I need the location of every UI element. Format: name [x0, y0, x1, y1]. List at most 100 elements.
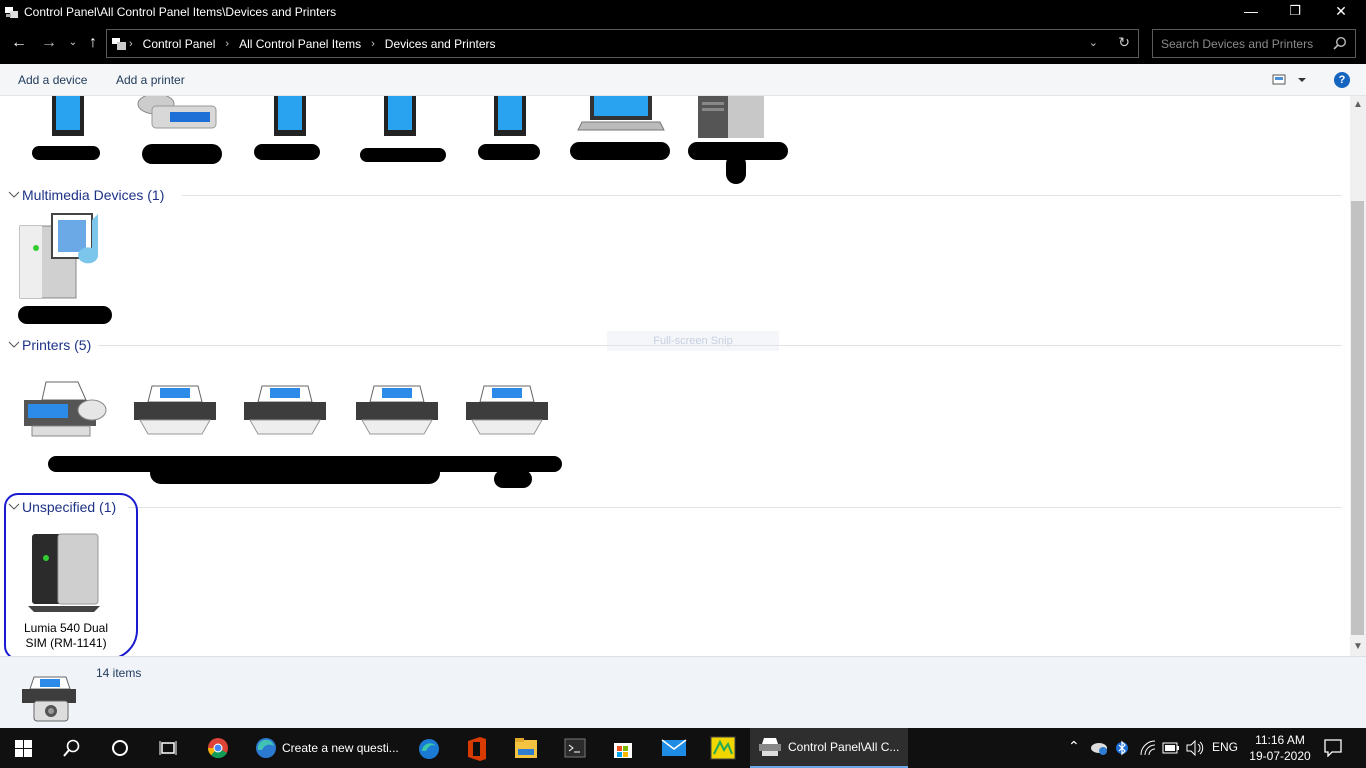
devices-printers-app-icon — [759, 738, 781, 756]
redacted-label — [494, 470, 532, 488]
details-pane: 14 items — [0, 656, 1366, 728]
taskbar-control-panel-task[interactable]: Control Panel\All C... — [750, 728, 908, 768]
close-button[interactable]: ✕ — [1318, 0, 1364, 24]
add-device-button[interactable]: Add a device — [18, 73, 87, 87]
clock-time: 11:16 AM — [1255, 733, 1305, 747]
search-input[interactable] — [1153, 30, 1328, 57]
vertical-scrollbar[interactable]: ▲ ▼ — [1350, 96, 1366, 656]
show-hidden-icons-chevron-icon[interactable]: ⌃ — [1068, 738, 1080, 755]
edge-beta-icon — [256, 738, 276, 758]
breadcrumb-devices-printers[interactable]: Devices and Printers — [377, 37, 504, 51]
monitor-device-icon[interactable] — [380, 96, 420, 138]
printer-device-icon[interactable] — [242, 384, 328, 436]
terminal-icon[interactable] — [564, 737, 586, 759]
battery-icon[interactable] — [1162, 741, 1180, 755]
command-bar: Add a device Add a printer ? — [0, 64, 1366, 96]
search-icon[interactable] — [63, 739, 81, 757]
fax-device-icon[interactable] — [22, 380, 108, 438]
breadcrumb-separator: › — [129, 37, 133, 50]
address-bar[interactable]: › Control Panel › All Control Panel Item… — [106, 29, 1139, 58]
monitor-device-icon[interactable] — [48, 96, 88, 138]
control-panel-location-icon — [112, 37, 126, 50]
item-count: 14 items — [96, 666, 142, 680]
task-view-icon[interactable] — [159, 739, 177, 757]
refresh-icon[interactable]: ↻ — [1118, 34, 1130, 51]
scroll-up-icon[interactable]: ▲ — [1353, 99, 1363, 110]
snip-hint: Full-screen Snip — [607, 331, 779, 351]
taskbar: Create a new questi... Control Panel\All… — [0, 728, 1366, 768]
maximize-button[interactable]: ❐ — [1272, 0, 1318, 24]
redacted-label — [150, 462, 440, 484]
group-header-printers[interactable]: Printers (5) — [8, 336, 91, 354]
recent-locations-icon[interactable]: ⌄ — [62, 32, 84, 54]
file-explorer-icon[interactable] — [514, 737, 538, 759]
breadcrumb-separator[interactable]: › — [369, 38, 377, 50]
monitor-device-icon[interactable] — [490, 96, 530, 138]
title-bar[interactable]: Control Panel\All Control Panel Items\De… — [0, 0, 1366, 24]
help-button[interactable]: ? — [1334, 72, 1350, 88]
change-view-icon[interactable] — [1272, 73, 1308, 87]
add-printer-button[interactable]: Add a printer — [116, 73, 185, 87]
cortana-icon[interactable] — [111, 739, 129, 757]
group-title: Multimedia Devices (1) — [22, 187, 165, 203]
redacted-label — [142, 144, 222, 164]
clock-date: 19-07-2020 — [1249, 749, 1311, 763]
chrome-icon[interactable] — [207, 737, 229, 759]
devices-content-pane[interactable]: Multimedia Devices (1) Full-screen Snip … — [0, 96, 1350, 656]
group-divider — [98, 345, 1342, 346]
desktop-computer-icon[interactable] — [698, 96, 766, 140]
group-header-multimedia[interactable]: Multimedia Devices (1) — [8, 186, 164, 204]
printer-device-icon[interactable] — [132, 384, 218, 436]
up-icon[interactable]: ↑ — [82, 32, 104, 54]
notifications-icon[interactable] — [1324, 739, 1342, 757]
windows-start-icon[interactable] — [15, 740, 32, 757]
device-label-line: Lumia 540 Dual — [23, 621, 109, 635]
language-indicator[interactable]: ENG — [1212, 740, 1238, 754]
chevron-down-icon[interactable]: ⌄ — [1089, 36, 1098, 49]
breadcrumb-separator[interactable]: › — [223, 38, 231, 50]
chevron-down-icon[interactable] — [8, 191, 20, 199]
devices-and-printers-window: Control Panel\All Control Panel Items\De… — [0, 0, 1366, 728]
search-icon[interactable] — [1333, 36, 1347, 50]
back-icon[interactable]: ← — [8, 32, 30, 54]
window-title: Control Panel\All Control Panel Items\De… — [24, 5, 337, 19]
media-server-device-icon[interactable] — [16, 210, 116, 302]
group-divider — [182, 195, 1342, 196]
minimize-button[interactable]: — — [1228, 0, 1274, 24]
redacted-label — [18, 306, 112, 324]
volume-icon[interactable] — [1186, 740, 1204, 756]
navigation-bar: ← → ⌄ ↑ › Control Panel › All Control Pa… — [0, 24, 1366, 64]
forward-icon[interactable]: → — [38, 32, 60, 54]
webcam-device-icon[interactable] — [136, 96, 218, 132]
scroll-down-icon[interactable]: ▼ — [1353, 641, 1363, 652]
clock[interactable]: 11:16 AM 19-07-2020 — [1248, 732, 1312, 764]
edge-icon[interactable] — [417, 737, 441, 761]
task-label: Create a new questi... — [282, 741, 399, 755]
bluetooth-icon[interactable] — [1116, 739, 1128, 757]
devices-printers-large-icon — [22, 676, 76, 722]
breadcrumb-all-items[interactable]: All Control Panel Items — [231, 37, 369, 51]
printer-device-icon[interactable] — [464, 384, 550, 436]
sticky-app-icon[interactable] — [710, 736, 736, 760]
redacted-label — [32, 146, 100, 160]
device-label-line: SIM (RM-1141) — [25, 636, 107, 650]
redacted-label — [254, 144, 320, 160]
group-title: Printers (5) — [22, 337, 92, 353]
devices-printers-app-icon — [5, 7, 18, 18]
chevron-down-icon[interactable] — [8, 341, 20, 349]
wifi-icon[interactable] — [1140, 740, 1156, 756]
redacted-label — [360, 148, 446, 162]
onedrive-sync-icon[interactable] — [1090, 740, 1108, 756]
scrollbar-thumb[interactable] — [1351, 201, 1364, 635]
breadcrumb-control-panel[interactable]: Control Panel — [135, 37, 224, 51]
search-box[interactable] — [1152, 29, 1356, 58]
mail-icon[interactable] — [661, 739, 687, 757]
microsoft-store-icon[interactable] — [612, 737, 634, 759]
taskbar-edge-question-task[interactable]: Create a new questi... — [254, 728, 400, 768]
printer-device-icon[interactable] — [354, 384, 440, 436]
task-label: Control Panel\All C... — [788, 740, 900, 754]
unspecified-device-label[interactable]: Lumia 540 Dual SIM (RM-1141) — [20, 621, 112, 651]
office-icon[interactable] — [466, 737, 488, 761]
monitor-device-icon[interactable] — [270, 96, 310, 138]
laptop-device-icon[interactable] — [576, 96, 666, 132]
